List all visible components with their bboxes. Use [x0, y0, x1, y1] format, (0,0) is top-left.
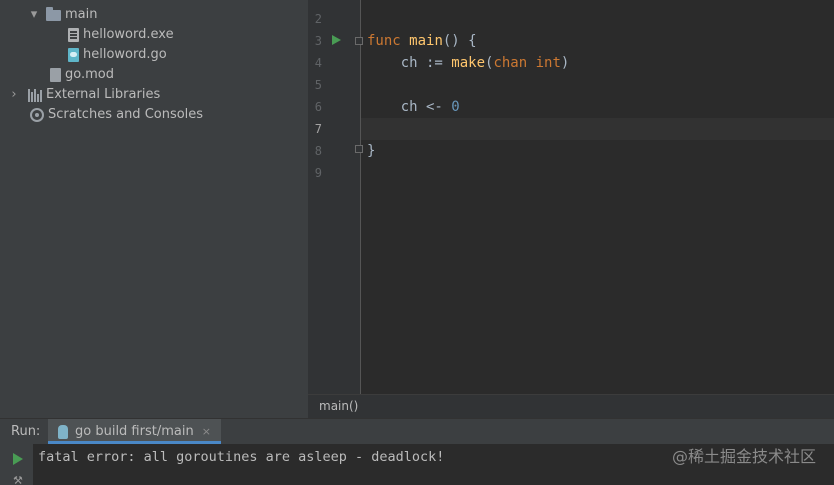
tree-item-helloword-go[interactable]: helloword.go	[68, 45, 167, 65]
watermark: @稀土掘金技术社区	[671, 447, 816, 466]
tree-item-label: go.mod	[65, 67, 114, 82]
line-number: 9	[314, 166, 322, 180]
folder-icon	[46, 6, 61, 21]
code-text: )	[560, 55, 570, 71]
number-literal: 0	[451, 99, 460, 115]
keyword: chan	[493, 55, 528, 71]
fold-icon[interactable]	[355, 145, 363, 153]
tree-item-main[interactable]: ▾ main	[28, 5, 97, 25]
code-text: }	[367, 143, 376, 159]
tree-item-label: helloword.go	[83, 47, 167, 62]
current-line-highlight	[361, 118, 834, 140]
code-text: ch <-	[367, 99, 452, 115]
chevron-down-icon[interactable]: ▾	[28, 5, 40, 25]
go-build-icon	[58, 424, 68, 439]
tree-item-label: Scratches and Consoles	[48, 107, 204, 122]
scratches-icon	[30, 108, 44, 122]
console-output: fatal error: all goroutines are asleep -…	[38, 449, 445, 465]
keyword: int	[535, 55, 561, 71]
line-number: 8	[314, 144, 322, 158]
tree-item-label: External Libraries	[46, 87, 161, 102]
function-name: main	[409, 33, 443, 49]
project-tree-panel: ▾ main helloword.exe helloword.go go.mod…	[0, 0, 308, 418]
code-text: ch :=	[367, 55, 452, 71]
keyword: func	[367, 33, 410, 49]
tree-item-label: helloword.exe	[83, 27, 174, 42]
tree-item-go-mod[interactable]: go.mod	[50, 65, 114, 85]
run-tab-label: go build first/main	[75, 424, 194, 439]
gutter-divider	[360, 0, 361, 394]
mod-file-icon	[50, 68, 61, 82]
exe-file-icon	[68, 28, 79, 42]
line-number: 6	[314, 100, 322, 114]
line-number: 3	[314, 34, 322, 48]
line-number: 4	[314, 56, 322, 70]
code-line-6: ch <- 0	[367, 96, 460, 118]
wrench-icon[interactable]: ⚒	[13, 476, 23, 485]
breadcrumb: main()	[308, 394, 834, 418]
line-number: 5	[314, 78, 322, 92]
code-line-4: ch := make(chan int)	[367, 52, 570, 74]
code-text: () {	[442, 33, 477, 49]
tree-item-external-libraries[interactable]: › External Libraries	[8, 85, 160, 105]
close-icon[interactable]: ×	[202, 425, 211, 438]
tree-item-scratches[interactable]: Scratches and Consoles	[30, 105, 203, 125]
breadcrumb-item[interactable]: main()	[319, 395, 358, 418]
chevron-right-icon[interactable]: ›	[8, 85, 20, 105]
run-panel-header: Run: go build first/main ×	[0, 418, 834, 444]
code-line-8: }	[367, 140, 375, 162]
line-number: 2	[314, 12, 322, 26]
run-tab[interactable]: go build first/main ×	[48, 419, 221, 444]
function-name: make	[451, 55, 486, 71]
run-label: Run:	[11, 424, 41, 439]
tree-item-helloword-exe[interactable]: helloword.exe	[68, 25, 174, 45]
libraries-icon	[28, 88, 42, 102]
go-file-icon	[68, 48, 79, 62]
fold-icon[interactable]	[355, 37, 363, 45]
tree-item-label: main	[65, 7, 98, 22]
rerun-icon[interactable]	[13, 453, 23, 465]
code-line-3: func main() {	[367, 30, 477, 52]
run-gutter-icon[interactable]	[332, 35, 341, 45]
line-number-current: 7	[314, 122, 322, 136]
